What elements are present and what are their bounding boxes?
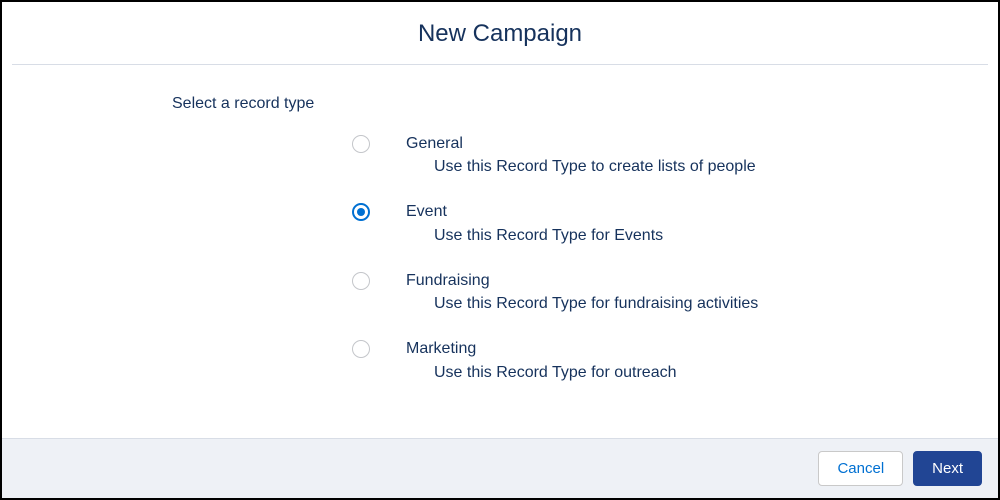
option-text: Event Use this Record Type for Events	[406, 201, 663, 247]
record-type-option-general[interactable]: General Use this Record Type to create l…	[352, 133, 958, 179]
option-description: Use this Record Type to create lists of …	[434, 155, 756, 179]
modal-title: New Campaign	[2, 20, 998, 48]
option-description: Use this Record Type for outreach	[434, 361, 677, 385]
option-text: General Use this Record Type to create l…	[406, 133, 756, 179]
record-type-option-fundraising[interactable]: Fundraising Use this Record Type for fun…	[352, 270, 958, 316]
option-label: Fundraising	[406, 270, 758, 292]
option-label: Event	[406, 201, 663, 223]
modal-header: New Campaign	[2, 2, 998, 64]
radio-icon[interactable]	[352, 203, 370, 221]
modal-body: Select a record type General Use this Re…	[2, 65, 998, 438]
record-type-options: General Use this Record Type to create l…	[352, 133, 958, 385]
option-label: Marketing	[406, 338, 677, 360]
option-description: Use this Record Type for Events	[434, 224, 663, 248]
radio-icon[interactable]	[352, 135, 370, 153]
option-description: Use this Record Type for fundraising act…	[434, 292, 758, 316]
option-text: Fundraising Use this Record Type for fun…	[406, 270, 758, 316]
record-type-prompt: Select a record type	[172, 95, 958, 113]
record-type-option-marketing[interactable]: Marketing Use this Record Type for outre…	[352, 338, 958, 384]
option-text: Marketing Use this Record Type for outre…	[406, 338, 677, 384]
next-button[interactable]: Next	[913, 451, 982, 486]
new-campaign-modal: New Campaign Select a record type Genera…	[0, 0, 1000, 500]
cancel-button[interactable]: Cancel	[818, 451, 903, 486]
radio-icon[interactable]	[352, 272, 370, 290]
modal-footer: Cancel Next	[2, 438, 998, 498]
record-type-option-event[interactable]: Event Use this Record Type for Events	[352, 201, 958, 247]
radio-icon[interactable]	[352, 340, 370, 358]
option-label: General	[406, 133, 756, 155]
